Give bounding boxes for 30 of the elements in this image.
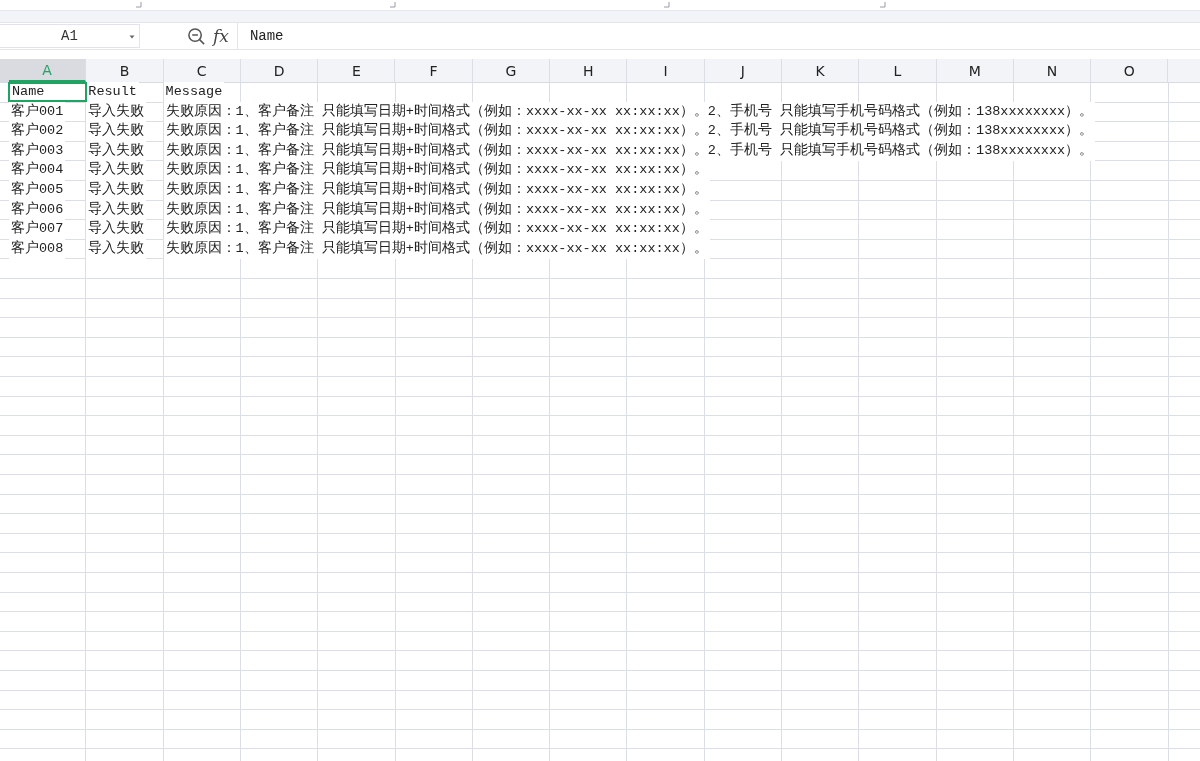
select-all-corner[interactable]: [0, 59, 9, 82]
dialog-launcher-icon[interactable]: [390, 2, 396, 8]
dialog-launcher-icon[interactable]: [664, 2, 670, 8]
zoom-out-icon[interactable]: [187, 26, 206, 46]
function-button[interactable]: fx: [213, 26, 229, 46]
dialog-launcher-icon[interactable]: [136, 2, 142, 8]
column-header[interactable]: F: [395, 59, 473, 82]
column-header[interactable]: G: [472, 59, 551, 82]
column-header[interactable]: I: [627, 59, 705, 82]
table-cell: 失败原因：1、客户备注 只能填写日期+时间格式（例如：xxxx-xx-xx xx:xx:xx）。: [163, 179, 710, 200]
table-cell: 失败原因：1、客户备注 只能填写日期+时间格式（例如：xxxx-xx-xx xx:xx:xx）。: [163, 238, 710, 259]
formula-input[interactable]: Name: [236, 23, 1200, 49]
column-header[interactable]: M: [936, 59, 1014, 82]
table-cell: Name: [8, 82, 87, 102]
column-header[interactable]: K: [781, 59, 860, 82]
table-cell: 失败原因：1、客户备注 只能填写日期+时间格式（例如：xxxx-xx-xx xx:xx:xx）。2、手机号 只能填写手机号码格式（例如：138xxxxxxxx）。: [163, 140, 1096, 161]
caret-icon: [129, 35, 135, 39]
table-cell: 失败原因：1、客户备注 只能填写日期+时间格式（例如：xxxx-xx-xx xx:xx:xx）。2、手机号 只能填写手机号码格式（例如：138xxxxxxxx）。: [163, 101, 1096, 122]
column-header[interactable]: L: [859, 59, 937, 82]
column-header[interactable]: E: [318, 59, 396, 82]
dialog-launcher-icon[interactable]: [880, 2, 886, 8]
column-header[interactable]: J: [704, 59, 782, 82]
table-cell: 失败原因：1、客户备注 只能填写日期+时间格式（例如：xxxx-xx-xx xx:xx:xx）。: [163, 199, 710, 220]
column-header[interactable]: N: [1013, 59, 1092, 82]
column-header[interactable]: O: [1091, 59, 1169, 82]
table-cell: 客户008: [9, 238, 66, 259]
column-header[interactable]: D: [240, 59, 319, 82]
table-cell: 导入失败: [86, 238, 147, 259]
column-header[interactable]: H: [550, 59, 628, 82]
name-box[interactable]: A1: [0, 24, 140, 48]
